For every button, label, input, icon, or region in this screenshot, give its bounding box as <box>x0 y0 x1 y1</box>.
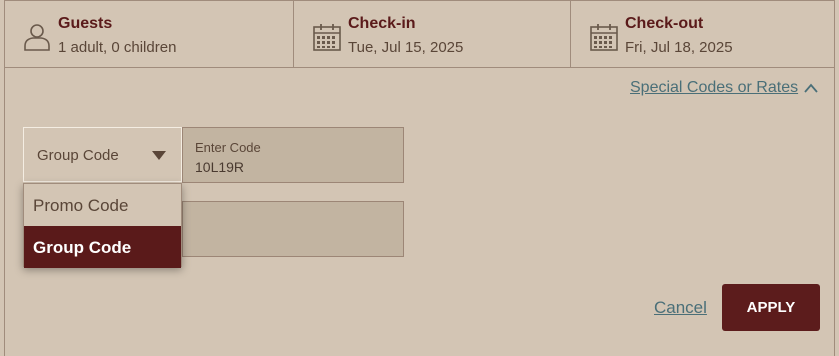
code-field-label: Enter Code <box>195 140 261 155</box>
code-type-select[interactable]: Group Code <box>23 127 182 182</box>
secondary-code-field[interactable] <box>182 201 404 257</box>
option-label: Promo Code <box>33 196 129 215</box>
code-type-dropdown: Promo Code Group Code <box>23 183 182 268</box>
checkin-title: Check-in <box>348 15 416 32</box>
option-promo-code[interactable]: Promo Code <box>24 184 181 226</box>
calendar-icon <box>313 24 341 51</box>
code-field[interactable]: Enter Code <box>182 127 404 183</box>
caret-down-icon <box>152 151 166 160</box>
chevron-up-icon[interactable] <box>803 82 819 94</box>
code-type-selected: Group Code <box>37 147 119 164</box>
checkout-value: Fri, Jul 18, 2025 <box>625 39 733 56</box>
code-input[interactable] <box>195 158 390 176</box>
calendar-icon <box>590 24 618 51</box>
guests-value: 1 adult, 0 children <box>58 39 177 56</box>
cancel-link[interactable]: Cancel <box>654 298 707 318</box>
special-codes-link[interactable]: Special Codes or Rates <box>630 79 798 97</box>
guests-summary[interactable]: Guests 1 adult, 0 children <box>4 1 293 67</box>
checkout-title: Check-out <box>625 15 704 32</box>
option-group-code[interactable]: Group Code <box>24 226 181 268</box>
checkout-summary[interactable]: Check-out Fri, Jul 18, 2025 <box>570 1 835 67</box>
option-label: Group Code <box>33 238 132 257</box>
booking-summary-bar: Guests 1 adult, 0 children Check-in Tue,… <box>4 0 835 68</box>
checkin-summary[interactable]: Check-in Tue, Jul 15, 2025 <box>293 1 570 67</box>
guests-title: Guests <box>58 15 113 32</box>
person-icon <box>24 24 50 51</box>
checkin-value: Tue, Jul 15, 2025 <box>348 39 464 56</box>
apply-button[interactable]: APPLY <box>722 284 820 331</box>
